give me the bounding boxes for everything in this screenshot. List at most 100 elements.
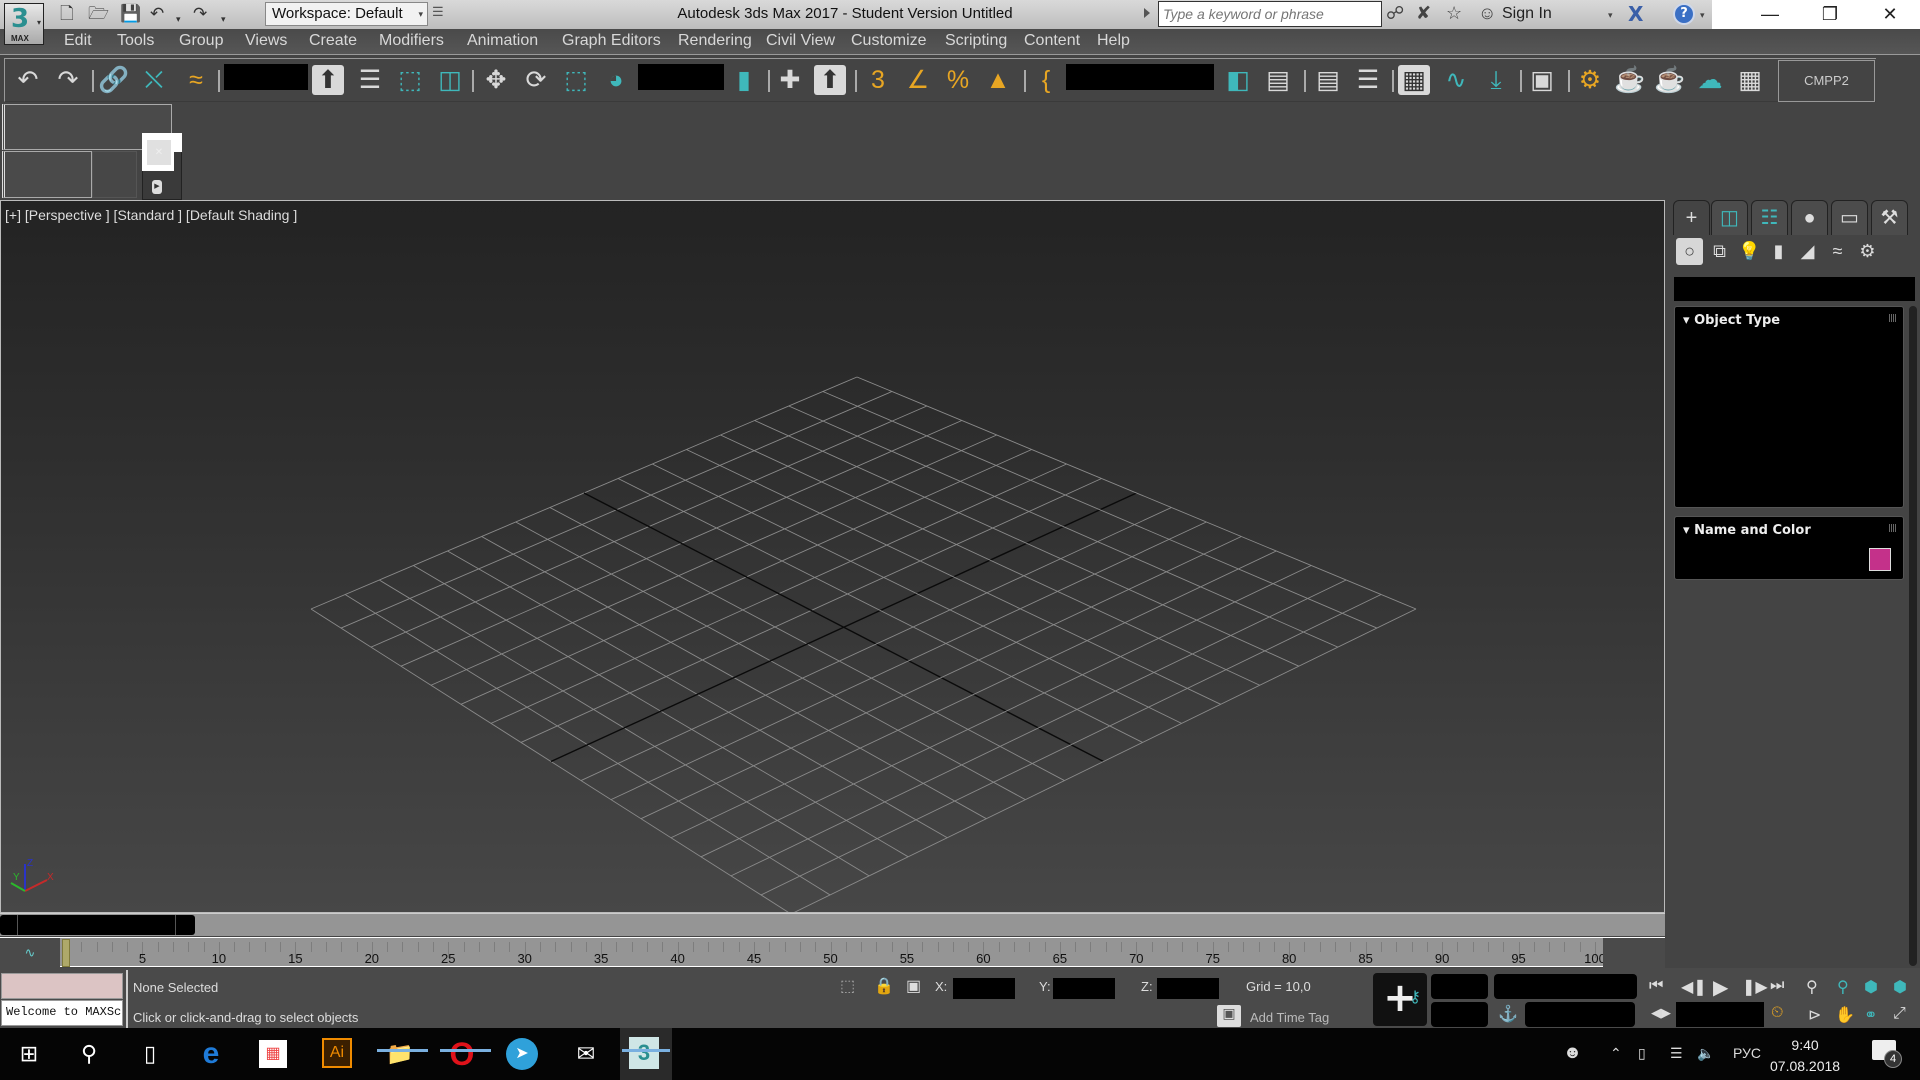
user-icon[interactable]: ☺ bbox=[1478, 3, 1496, 24]
named-selection-sets-dropdown[interactable] bbox=[1066, 64, 1214, 90]
select-and-place-icon[interactable]: ◕ bbox=[600, 65, 632, 95]
time-slider-thumb[interactable] bbox=[0, 915, 195, 935]
tab-utilities[interactable]: ⚒ bbox=[1871, 200, 1908, 235]
menu-views[interactable]: Views bbox=[245, 32, 287, 50]
grip-icon[interactable] bbox=[1889, 524, 1897, 532]
ribbon-expand-icon[interactable]: ▶ bbox=[152, 180, 162, 194]
lights-category-icon[interactable]: 💡 bbox=[1736, 238, 1763, 265]
time-slider[interactable] bbox=[0, 913, 1665, 936]
sign-in-dropdown-icon[interactable]: ▾ bbox=[1608, 10, 1613, 21]
menu-customize[interactable]: Customize bbox=[851, 32, 927, 50]
select-and-scale-icon[interactable]: ⬚ bbox=[560, 65, 592, 95]
rendered-frame-window-icon[interactable]: ☕ bbox=[1614, 65, 1646, 95]
bind-to-space-warp-icon[interactable]: ≈ bbox=[180, 65, 212, 95]
object-type-header[interactable]: ▾ Object Type bbox=[1683, 313, 1780, 328]
menu-create[interactable]: Create bbox=[309, 32, 357, 50]
file-explorer-icon[interactable]: 📁 bbox=[383, 1037, 417, 1071]
close-icon[interactable]: ✕ bbox=[147, 140, 171, 165]
mirror-icon[interactable]: ◧ bbox=[1222, 65, 1254, 95]
zoom-extents-all-icon[interactable]: ⬢ bbox=[1893, 977, 1907, 997]
sign-in-button[interactable]: Sign In bbox=[1502, 5, 1552, 23]
key-mode-toggle-icon[interactable]: ◀▶ bbox=[1651, 1005, 1671, 1021]
render-gallery-icon[interactable]: ▦ bbox=[1734, 65, 1766, 95]
redo-icon[interactable]: ↷ bbox=[52, 65, 84, 95]
render-setup-icon[interactable]: ⚙ bbox=[1574, 65, 1606, 95]
start-icon[interactable]: ⊞ bbox=[12, 1037, 46, 1071]
show-hidden-icons[interactable]: ⌃ bbox=[1610, 1045, 1622, 1062]
name-and-color-header[interactable]: ▾ Name and Color bbox=[1683, 523, 1811, 538]
expand-search-icon[interactable] bbox=[1144, 8, 1150, 18]
go-to-start-icon[interactable]: ⏮ bbox=[1649, 977, 1663, 995]
set-key-button[interactable]: + ⚷ bbox=[1373, 973, 1427, 1026]
language-indicator[interactable]: РУС bbox=[1733, 1045, 1761, 1061]
time-configuration-icon[interactable]: ⏲ bbox=[1771, 1004, 1783, 1022]
wifi-icon[interactable]: ☰ bbox=[1670, 1045, 1683, 1062]
edge-icon[interactable]: e bbox=[194, 1037, 228, 1071]
maxscript-mini-listener-output[interactable] bbox=[1, 973, 123, 999]
field-of-view-icon[interactable]: ⊳ bbox=[1808, 1005, 1821, 1025]
restore-button[interactable]: ❐ bbox=[1800, 0, 1860, 29]
menu-tools[interactable]: Tools bbox=[117, 32, 154, 50]
space-warps-category-icon[interactable]: ≈ bbox=[1824, 238, 1851, 265]
snaps-toggle-icon[interactable]: 3 bbox=[862, 65, 894, 95]
object-color-swatch[interactable] bbox=[1869, 548, 1891, 571]
zoom-icon[interactable]: ⚲ bbox=[1806, 977, 1818, 997]
binoculars-icon[interactable]: ☍ bbox=[1386, 3, 1404, 24]
taskbar-3dsmax[interactable]: 3 bbox=[620, 1028, 672, 1080]
select-and-rotate-icon[interactable]: ⟳ bbox=[520, 65, 552, 95]
z-coord-field[interactable] bbox=[1157, 978, 1219, 999]
helpers-category-icon[interactable]: ◢ bbox=[1794, 238, 1821, 265]
tab-display[interactable]: ▭ bbox=[1831, 200, 1868, 235]
volume-icon[interactable]: 🔈 bbox=[1697, 1045, 1714, 1062]
tab-create[interactable]: + bbox=[1673, 200, 1710, 235]
menu-edit[interactable]: Edit bbox=[64, 32, 92, 50]
select-object-icon[interactable]: ⬆ bbox=[312, 65, 344, 95]
orbit-icon[interactable]: ⚭ bbox=[1864, 1005, 1877, 1025]
reference-coordinate-dropdown[interactable] bbox=[638, 64, 724, 90]
people-icon[interactable]: ☻ bbox=[1563, 1042, 1582, 1063]
app-menu-button[interactable]: 3 MAX ▾ bbox=[4, 3, 44, 45]
command-panel-scrollbar[interactable] bbox=[1909, 306, 1917, 966]
telegram-icon[interactable]: ➤ bbox=[506, 1038, 538, 1070]
menu-modifiers[interactable]: Modifiers bbox=[379, 32, 444, 50]
scene-explorer-icon[interactable]: ▤ bbox=[1312, 65, 1344, 95]
illustrator-icon[interactable]: Ai bbox=[322, 1038, 352, 1068]
select-and-move-icon[interactable]: ✥ bbox=[480, 65, 512, 95]
render-production-icon[interactable]: ☕ bbox=[1654, 65, 1686, 95]
selected-dropdown[interactable] bbox=[1494, 974, 1637, 999]
tab-motion[interactable]: ● bbox=[1791, 200, 1828, 235]
close-button[interactable]: ✕ bbox=[1860, 0, 1920, 29]
time-tag-icon[interactable]: ▣ bbox=[1217, 1005, 1241, 1027]
help-button[interactable]: ? bbox=[1673, 3, 1695, 25]
track-bar[interactable]: ∿ 05101520253035404550556065707580859095… bbox=[0, 937, 1665, 968]
menu-content[interactable]: Content bbox=[1024, 32, 1080, 50]
perspective-viewport[interactable]: [+] [Perspective ] [Standard ] [Default … bbox=[0, 200, 1665, 913]
add-time-tag-button[interactable]: Add Time Tag bbox=[1250, 1010, 1329, 1025]
exchange-apps-icon[interactable]: X bbox=[1628, 2, 1643, 26]
render-in-cloud-icon[interactable]: ☁ bbox=[1694, 65, 1726, 95]
maximize-viewport-icon[interactable]: ⤢ bbox=[1893, 1005, 1906, 1023]
maxscript-mini-listener-input[interactable]: Welcome to MAXScript. bbox=[1, 1000, 123, 1026]
schematic-view-icon[interactable]: ⤓ bbox=[1480, 65, 1512, 95]
current-frame-field[interactable] bbox=[1676, 1002, 1764, 1027]
mail-icon[interactable]: ✉ bbox=[569, 1037, 603, 1071]
action-center-icon[interactable]: 4 bbox=[1872, 1040, 1902, 1068]
menu-help[interactable]: Help bbox=[1097, 32, 1130, 50]
pan-view-icon[interactable]: ✋ bbox=[1835, 1005, 1855, 1025]
previous-frame-icon[interactable]: ◀❚ bbox=[1681, 977, 1707, 997]
play-icon[interactable]: ▶ bbox=[1713, 975, 1728, 1000]
auto-key-button[interactable] bbox=[1431, 974, 1488, 999]
select-by-name-icon[interactable]: ☰ bbox=[354, 65, 386, 95]
viewport-label-menu[interactable]: [+] [Perspective ] [Standard ] [Default … bbox=[5, 207, 297, 223]
menu-group[interactable]: Group bbox=[179, 32, 223, 50]
cameras-category-icon[interactable]: ▮ bbox=[1765, 238, 1792, 265]
shapes-category-icon[interactable]: ⧉ bbox=[1706, 238, 1733, 265]
systems-category-icon[interactable]: ⚙ bbox=[1854, 238, 1881, 265]
current-frame-marker[interactable] bbox=[62, 939, 70, 967]
zoom-all-icon[interactable]: ⚲ bbox=[1837, 977, 1849, 997]
y-coord-field[interactable] bbox=[1053, 978, 1115, 999]
go-to-end-icon[interactable]: ⏭ bbox=[1770, 977, 1784, 995]
undo-icon[interactable]: ↶ bbox=[12, 65, 44, 95]
minimize-button[interactable]: — bbox=[1740, 0, 1800, 29]
material-editor-icon[interactable]: ▣ bbox=[1526, 65, 1558, 95]
